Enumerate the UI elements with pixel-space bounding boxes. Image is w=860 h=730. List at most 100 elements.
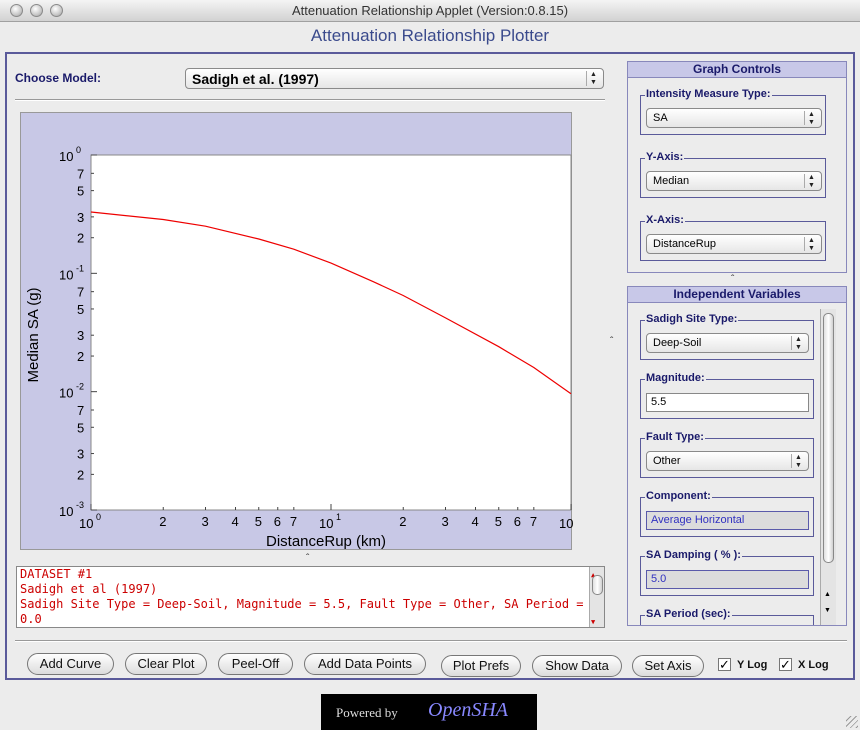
y-tick-label: 10	[59, 149, 73, 164]
plot-area	[90, 154, 572, 511]
site-type-label: Sadigh Site Type:	[645, 313, 739, 325]
independent-variables-scrollbar[interactable]: ▲ ▼	[820, 309, 836, 625]
yaxis-select[interactable]: Median ▲ ▼	[646, 171, 822, 191]
logo-powered-text: Powered by	[336, 705, 398, 720]
x-minor-tick-label: 7	[290, 514, 297, 529]
x-minor-tick-label: 6	[274, 514, 281, 529]
fault-type-label: Fault Type:	[645, 431, 705, 443]
select-arrows-icon: ▲ ▼	[586, 71, 600, 86]
xaxis-select[interactable]: DistanceRup ▲ ▼	[646, 234, 822, 254]
y-tick-exponent: -3	[76, 500, 84, 510]
fault-type-select[interactable]: Other ▲ ▼	[646, 451, 809, 471]
peel-off-button[interactable]: Peel-Off	[218, 653, 293, 675]
y-minor-tick-label: 5	[77, 184, 84, 199]
plot-prefs-button[interactable]: Plot Prefs	[441, 655, 521, 677]
divider	[15, 99, 605, 101]
x-minor-tick-label: 4	[471, 514, 478, 529]
site-type-select-value: Deep-Soil	[653, 337, 702, 349]
dataset-textarea[interactable]: DATASET #1 Sadigh et al (1997) Sadigh Si…	[16, 566, 605, 628]
dataset-line: DATASET #1	[20, 567, 93, 581]
y-tick-label: 10	[59, 267, 73, 282]
y-tick-exponent: -2	[76, 382, 84, 392]
magnitude-fieldset: Magnitude: 5.5	[640, 372, 814, 419]
select-arrows-icon: ▲ ▼	[791, 454, 805, 469]
plot-panel: 10010110223456723456710010-110-210-37532…	[20, 112, 581, 550]
chart-svg: 10010110223456723456710010-110-210-37532…	[25, 145, 581, 550]
y-minor-tick-label: 5	[77, 420, 84, 435]
dataset-line: Sadigh et al (1997)	[20, 582, 158, 596]
y-minor-tick-label: 2	[77, 349, 84, 364]
split-handle-vertical-icon[interactable]: ˆ	[610, 336, 613, 347]
graph-controls-panel: Graph Controls Intensity Measure Type: S…	[627, 61, 847, 273]
window-title: Attenuation Relationship Applet (Version…	[291, 3, 569, 18]
select-arrows-icon: ▲ ▼	[791, 336, 805, 351]
sa-period-fieldset: SA Period (sec):	[640, 608, 814, 625]
x-tick-exponent: 0	[96, 512, 101, 522]
xaxis-label: X-Axis:	[645, 214, 685, 226]
xlog-label: X Log	[798, 659, 829, 671]
y-axis-label: Median SA (g)	[25, 287, 42, 382]
sa-period-label: SA Period (sec):	[645, 608, 732, 620]
y-minor-tick-label: 2	[77, 467, 84, 482]
app-header-title: Attenuation Relationship Plotter	[310, 26, 550, 45]
component-fieldset: Component: Average Horizontal	[640, 490, 814, 537]
show-data-button[interactable]: Show Data	[532, 655, 622, 677]
component-field[interactable]: Average Horizontal	[646, 511, 809, 530]
independent-variables-panel: Independent Variables Sadigh Site Type: …	[627, 286, 847, 626]
model-select-value: Sadigh et al. (1997)	[192, 71, 319, 87]
xaxis-fieldset: X-Axis: DistanceRup ▲ ▼	[640, 214, 826, 261]
x-tick-label: 10	[559, 516, 573, 531]
select-arrows-icon: ▲ ▼	[804, 174, 818, 189]
choose-model-label: Choose Model:	[15, 71, 101, 85]
y-tick-label: 10	[59, 386, 73, 401]
site-type-select[interactable]: Deep-Soil ▲ ▼	[646, 333, 809, 353]
magnitude-label: Magnitude:	[645, 372, 706, 384]
xaxis-select-value: DistanceRup	[653, 238, 716, 250]
yaxis-select-value: Median	[653, 175, 690, 187]
scroll-up-icon[interactable]: ▲	[824, 591, 831, 598]
x-minor-tick-label: 2	[159, 514, 166, 529]
y-minor-tick-label: 2	[77, 231, 84, 246]
x-minor-tick-label: 4	[231, 514, 238, 529]
ylog-checkbox[interactable]: ✓	[718, 658, 731, 671]
x-tick-label: 10	[319, 516, 333, 531]
imt-select-value: SA	[653, 112, 668, 124]
y-minor-tick-label: 3	[77, 328, 84, 343]
split-handle-right-icon[interactable]: ˆ	[731, 274, 734, 285]
scroll-thumb[interactable]	[823, 313, 834, 563]
sa-damping-label: SA Damping ( % ):	[645, 549, 742, 561]
graph-controls-title: Graph Controls	[628, 62, 846, 78]
ylog-label: Y Log	[737, 659, 768, 671]
magnitude-input[interactable]: 5.5	[646, 393, 809, 412]
add-data-points-button[interactable]: Add Data Points	[304, 653, 426, 675]
split-handle-icon[interactable]: ˆ	[306, 553, 309, 564]
logo-brand-text: OpenSHA	[428, 699, 508, 721]
imt-select[interactable]: SA ▲ ▼	[646, 108, 822, 128]
y-minor-tick-label: 3	[77, 210, 84, 225]
scroll-down-icon[interactable]: ▼	[591, 615, 595, 630]
textarea-scrollbar[interactable]: ▲ ▼	[589, 567, 604, 627]
dataset-line: Sadigh Site Type = Deep-Soil, Magnitude …	[20, 597, 584, 626]
scroll-down-icon[interactable]: ▼	[824, 607, 831, 614]
yaxis-fieldset: Y-Axis: Median ▲ ▼	[640, 151, 826, 198]
y-minor-tick-label: 5	[77, 302, 84, 317]
y-minor-tick-label: 3	[77, 447, 84, 462]
fault-type-select-value: Other	[653, 455, 681, 467]
divider	[15, 640, 847, 642]
x-axis-label: DistanceRup (km)	[266, 533, 386, 550]
resize-grip-icon[interactable]	[846, 716, 858, 728]
clear-plot-button[interactable]: Clear Plot	[125, 653, 207, 675]
set-axis-button[interactable]: Set Axis	[632, 655, 704, 677]
x-minor-tick-label: 5	[255, 514, 262, 529]
sa-damping-fieldset: SA Damping ( % ): 5.0	[640, 549, 814, 596]
scroll-thumb[interactable]	[592, 575, 603, 595]
x-minor-tick-label: 3	[442, 514, 449, 529]
sa-damping-field[interactable]: 5.0	[646, 570, 809, 589]
add-curve-button[interactable]: Add Curve	[27, 653, 114, 675]
y-tick-exponent: 0	[76, 145, 81, 155]
x-minor-tick-label: 3	[202, 514, 209, 529]
xlog-checkbox[interactable]: ✓	[779, 658, 792, 671]
imt-label: Intensity Measure Type:	[645, 88, 772, 100]
x-minor-tick-label: 5	[495, 514, 502, 529]
model-select[interactable]: Sadigh et al. (1997) ▲ ▼	[185, 68, 604, 89]
